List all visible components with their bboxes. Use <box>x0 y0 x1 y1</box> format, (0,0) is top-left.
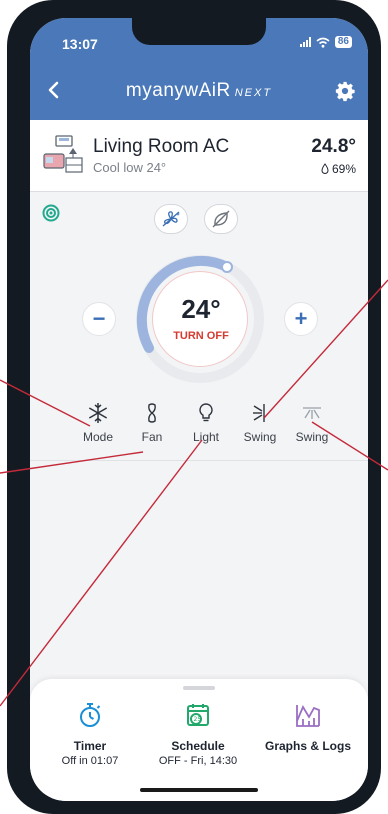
decrease-temp-button[interactable]: − <box>82 302 116 336</box>
calendar-icon: 25 <box>187 704 209 726</box>
notch <box>132 18 266 45</box>
timer-tab[interactable]: Timer Off in 01:07 <box>40 701 140 767</box>
device-mode-summary: Cool low 24° <box>93 160 167 175</box>
sheet-handle[interactable] <box>183 686 215 690</box>
mode-controls: Mode Fan Light Swing Swing <box>72 402 342 458</box>
fan-button[interactable]: Fan <box>126 402 178 458</box>
timer-label: Timer <box>73 739 107 753</box>
wifi-icon <box>316 37 330 48</box>
app-header: myanywAiR NEXT <box>30 64 368 120</box>
humidity-reading: 69% <box>321 162 356 176</box>
battery-icon: 86 <box>334 36 352 48</box>
lightbulb-icon <box>199 403 213 422</box>
brand-suffix: NEXT <box>234 87 273 99</box>
turn-off-label: TURN OFF <box>173 330 229 342</box>
signal-icon <box>299 37 311 47</box>
power-toggle[interactable]: 24° TURN OFF <box>152 271 248 367</box>
timer-status: Off in 01:07 <box>61 755 119 767</box>
bottom-sheet: Timer Off in 01:07 25 Schedule OFF - Fri… <box>30 679 368 801</box>
vertical-swing-button[interactable]: Swing <box>234 402 286 458</box>
phone-screen: 13:07 86 myanywAiR NEXT Living Room AC C… <box>30 18 368 801</box>
mode-label: Mode <box>82 430 114 444</box>
device-card[interactable]: Living Room AC Cool low 24° 24.8° 69% <box>30 120 368 192</box>
signal-radar-icon[interactable] <box>42 204 60 222</box>
schedule-tab[interactable]: 25 Schedule OFF - Fri, 14:30 <box>148 701 248 767</box>
stopwatch-icon <box>80 703 101 727</box>
clean-filter-button[interactable] <box>154 204 188 234</box>
fan-icon <box>148 403 156 423</box>
eco-mode-button[interactable] <box>204 204 238 234</box>
horizontal-swing-button[interactable]: Swing <box>286 402 338 458</box>
vertical-swing-icon <box>253 404 265 422</box>
fan-sparkle-icon <box>162 211 180 227</box>
living-room-icon <box>43 135 83 173</box>
light-button[interactable]: Light <box>180 402 232 458</box>
svg-text:25: 25 <box>194 716 202 723</box>
graphs-logs-label: Graphs & Logs <box>264 739 351 753</box>
snowflake-icon <box>88 403 108 423</box>
setpoint-temperature: 24° <box>181 294 221 324</box>
horizontal-swing-label: Swing <box>295 430 329 444</box>
fan-label: Fan <box>141 430 163 444</box>
graphs-logs-tab[interactable]: Graphs & Logs <box>258 701 358 753</box>
mode-button[interactable]: Mode <box>72 402 124 458</box>
status-icons: 86 <box>299 36 352 48</box>
app-logo: myanywAiR NEXT <box>30 80 368 102</box>
device-name: Living Room AC <box>93 136 230 157</box>
status-time: 13:07 <box>62 36 98 52</box>
gear-icon[interactable] <box>334 80 356 102</box>
app-screenshot: 13:07 86 myanywAiR NEXT Living Room AC C… <box>0 0 388 814</box>
divider <box>30 460 368 461</box>
schedule-status: OFF - Fri, 14:30 <box>158 755 238 767</box>
home-indicator[interactable] <box>140 788 258 792</box>
chart-icon <box>296 705 320 727</box>
droplet-icon <box>321 163 329 174</box>
leaf-off-icon <box>212 210 230 228</box>
vertical-swing-label: Swing <box>243 430 277 444</box>
schedule-label: Schedule <box>171 739 225 753</box>
increase-temp-button[interactable]: + <box>284 302 318 336</box>
brand-name: myanywAiR <box>125 80 231 101</box>
horizontal-swing-icon <box>303 407 321 419</box>
humidity-value: 69% <box>331 162 356 176</box>
room-temperature: 24.8° <box>311 136 356 157</box>
light-label: Light <box>192 430 220 444</box>
